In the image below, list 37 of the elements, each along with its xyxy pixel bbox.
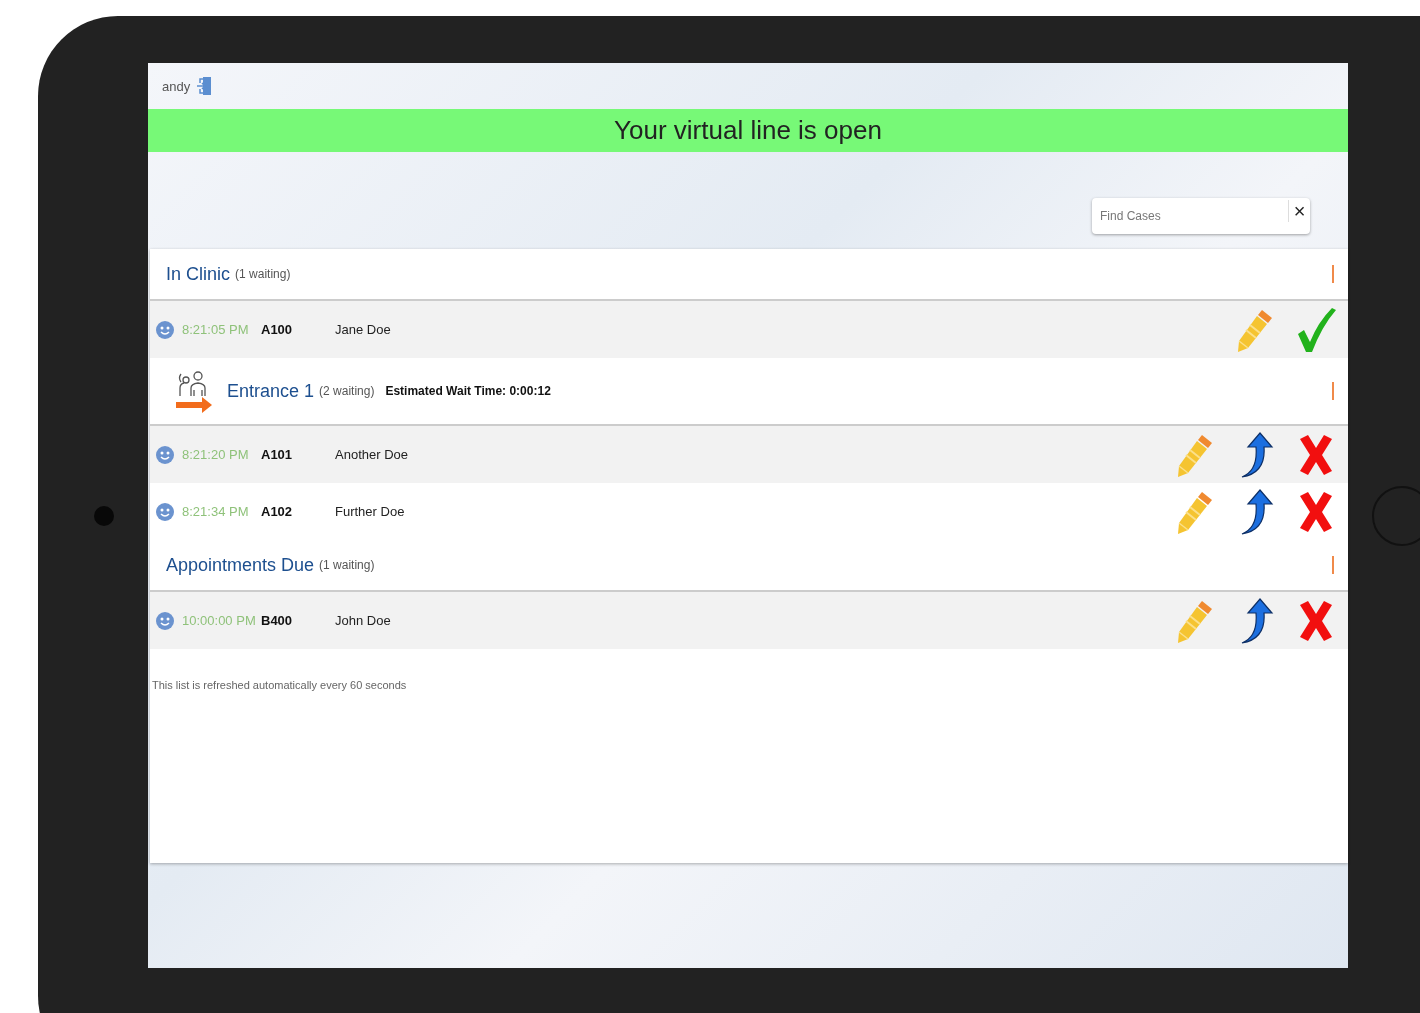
header-marker [1332,265,1334,283]
search-field[interactable]: Find Cases × [1092,198,1310,234]
header-marker [1332,382,1334,400]
smiley-icon [156,320,174,339]
smiley-icon [156,502,174,521]
section-title: In Clinic [166,263,231,285]
camera-dot [94,506,114,526]
refresh-note: This list is refreshed automatically every 60 seconds [151,678,408,691]
wait-time: Estimated Wait Time: 0:00:12 [385,384,551,398]
status-banner: Your virtual line is open [148,109,1348,152]
waiting-count: (1 waiting) [319,558,375,572]
queue-row[interactable]: 8:21:20 PM A101 Another Doe [150,426,1348,483]
user-name: andy [162,78,191,94]
patient-name: Another Doe [335,447,408,462]
ticket-code: A101 [261,447,294,462]
patient-name: John Doe [335,613,391,628]
section-title: Appointments Due [166,554,315,576]
patient-name: Further Doe [335,504,405,519]
arrival-time: 10:00:00 PM [182,613,257,628]
queue-row[interactable]: 8:21:05 PM A100 Jane Doe [150,301,1348,358]
smiley-icon [156,611,174,630]
waiting-count: (1 waiting) [235,267,291,281]
arrival-time: 8:21:20 PM [182,447,250,462]
checkmark-icon[interactable] [1296,305,1336,354]
arrival-time: 8:21:05 PM [182,322,250,337]
clear-button[interactable]: × [1288,200,1310,222]
patient-name: Jane Doe [335,322,391,337]
section-title: Entrance 1 [227,380,315,402]
ticket-code: A102 [261,504,294,519]
queue-row[interactable]: 10:00:00 PM B400 John Doe [150,592,1348,649]
logout-icon[interactable] [196,76,213,96]
arrival-time: 8:21:34 PM [182,504,250,519]
ticket-code: B400 [261,613,294,628]
ticket-code: A100 [261,322,294,337]
waiting-count: (2 waiting) [319,384,375,398]
header-marker [1332,556,1334,574]
smiley-icon [156,445,174,464]
